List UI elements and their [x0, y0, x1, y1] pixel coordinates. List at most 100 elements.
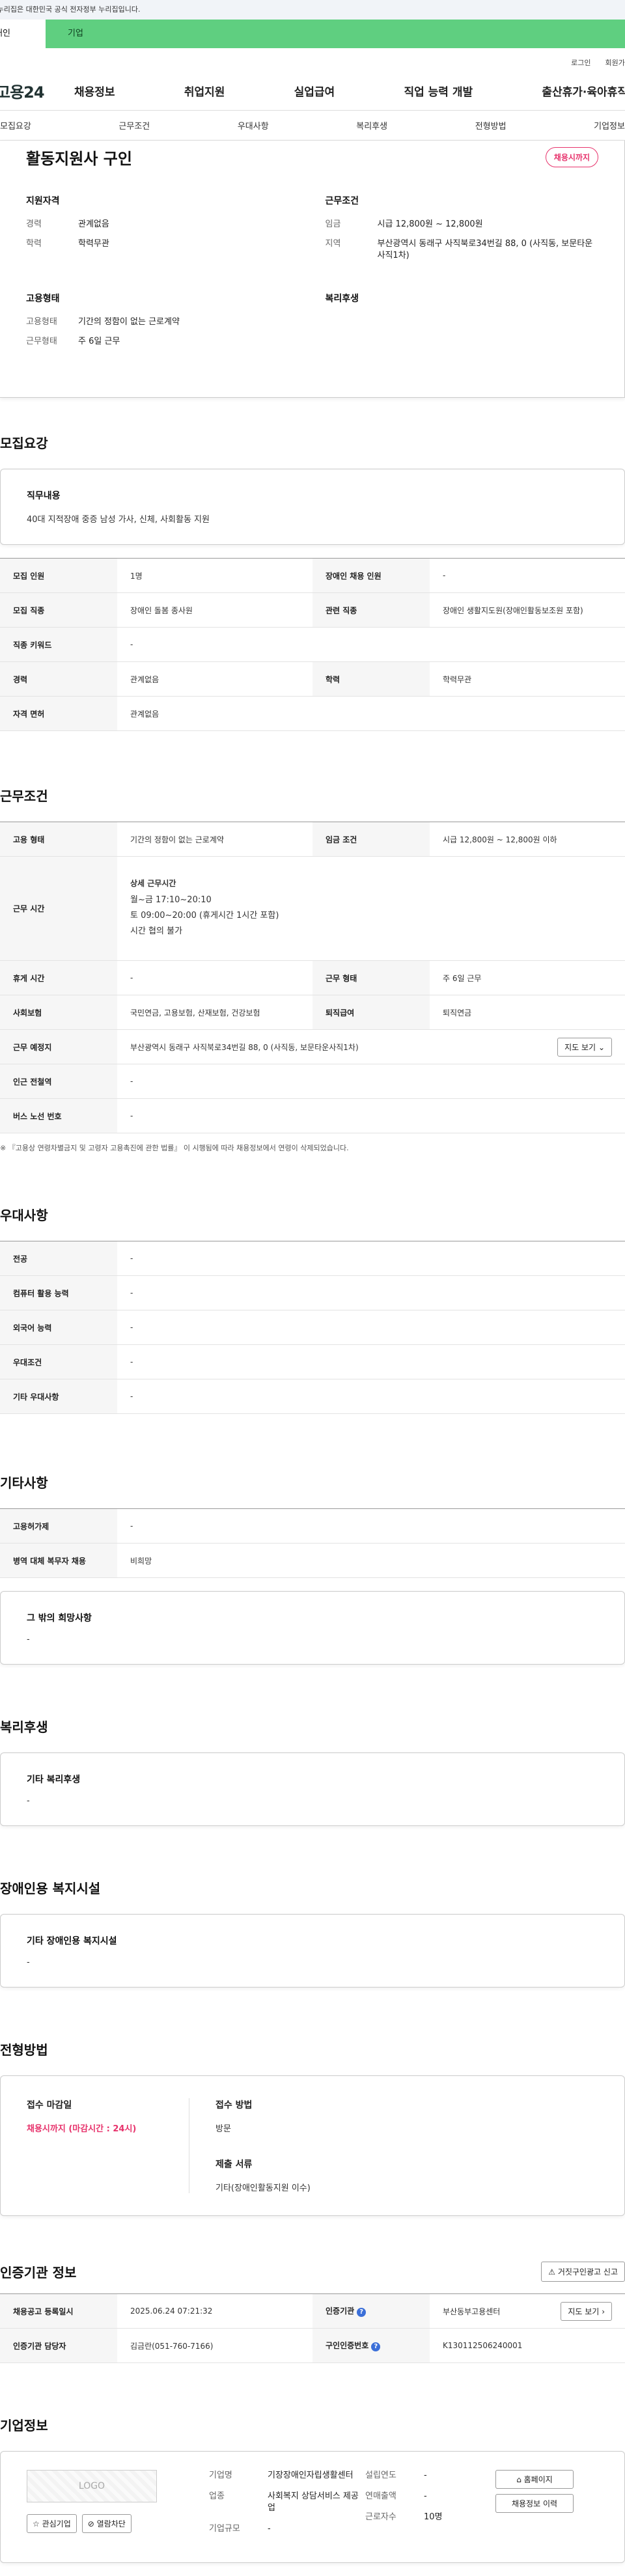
table-cell: -: [117, 1241, 625, 1276]
table-row: 고용 형태 기간의 정함이 없는 근로계약 임금 조건 시급 12,800원 ~ 1…: [0, 822, 625, 857]
table-cell: 장애인 돌봄 종사원: [117, 592, 312, 628]
tab-personal-label: 개인: [0, 29, 10, 38]
table-row: 인증기관 담당자 김금란(051-760-7166) 구인인증번호? K13011…: [0, 2328, 625, 2363]
duty-box: 직무내용 40대 지적장애 중증 남성 가사, 신체, 사회활동 지원: [0, 469, 625, 545]
cert-section-header: 인증기관 정보 ⚠ 거짓구인광고 신고: [0, 2262, 625, 2282]
favorite-company-label: 관심기업: [42, 2519, 71, 2528]
subtab-recruit[interactable]: 모집요강: [0, 119, 31, 132]
table-header-cell: 근무 예정지: [0, 1029, 117, 1064]
table-header-cell: 기타 우대사항: [0, 1379, 117, 1414]
chevron-right-icon: ›: [602, 2306, 605, 2316]
gnb-item-parental-leave[interactable]: 출산휴가·육아휴직: [542, 83, 625, 99]
pref-table: 전공 - 컴퓨터 활용 능력 - 외국어 능력 - 우대조건 - 기타 우대사항 -: [0, 1241, 625, 1414]
docs-value: 기타(장애인활동지원 이수): [215, 2183, 311, 2193]
table-row: 휴게 시간 - 근무 형태 주 6일 근무: [0, 960, 625, 995]
table-row: 자격 면허 관계없음: [0, 696, 625, 731]
cert-map-button-label: 지도 보기: [568, 2306, 600, 2316]
section-tabs: 모집요강 근무조건 우대사항 복리후생 전형방법 기업정보: [0, 111, 625, 141]
qual-key: 학력: [26, 239, 42, 249]
logo-placeholder-text: LOGO: [78, 2481, 105, 2491]
table-header-cell: 모집 직종: [0, 592, 117, 628]
etc-section-title: 기타사항: [0, 1475, 48, 1491]
report-fake-ad-button[interactable]: ⚠ 거짓구인광고 신고: [541, 2262, 625, 2282]
table-cell: 기간의 정함이 없는 근로계약: [117, 822, 312, 857]
cert-map-button[interactable]: 지도 보기 ›: [561, 2301, 612, 2321]
company-value: -: [268, 2524, 271, 2534]
gnb-item-unemployment-benefit[interactable]: 실업급여: [294, 83, 335, 99]
gnb-item-employment-support[interactable]: 취업지원: [184, 83, 225, 99]
qual-row: 학력 학력무관: [26, 238, 299, 250]
company-key: 근로자수: [365, 2512, 396, 2522]
company-logo-buttons: ☆ 관심기업 ⊘ 열람차단: [27, 2514, 157, 2533]
table-header-cell: 퇴직급여: [312, 995, 430, 1030]
homepage-button[interactable]: ⌂ 홈페이지: [495, 2470, 574, 2489]
company-key: 설립연도: [365, 2471, 396, 2480]
company-logo-placeholder: LOGO: [27, 2470, 157, 2502]
workplace-flex: 부산광역시 동래구 사직북로34번길 88, 0 (사직동, 보문타운사직1차)…: [130, 1037, 612, 1057]
utility-links: 로그인 회원가입: [0, 48, 625, 72]
info-icon[interactable]: ?: [371, 2342, 381, 2351]
table-row: 고용허가제 -: [0, 1508, 625, 1544]
table-cell: 김금란(051-760-7166): [117, 2328, 312, 2363]
welfare-section-title: 복리후생: [0, 1719, 48, 1735]
join-link[interactable]: 회원가입: [605, 57, 625, 72]
table-cell: 국민연금, 고용보험, 산재보험, 건강보험: [117, 995, 312, 1030]
table-header-cell: 병역 대체 복무자 채용: [0, 1543, 117, 1578]
warning-icon: ⚠: [548, 2267, 556, 2277]
block-icon: ⊘: [87, 2519, 94, 2528]
table-cell: -: [117, 1508, 625, 1544]
etc-hope-head: 그 밖의 희망사항: [27, 1613, 92, 1624]
work-time-line: 시간 협의 불가: [130, 926, 183, 936]
job-history-label: 채용정보 이력: [511, 2499, 558, 2508]
job-title-row: 활동지원사 구인 채용시까지: [26, 141, 598, 173]
table-row: 채용공고 등록일시 2025.06.24 07:21:32 인증기관? 부산동부고…: [0, 2293, 625, 2329]
login-link[interactable]: 로그인: [571, 57, 590, 72]
table-header-cell: 전공: [0, 1241, 117, 1276]
table-cell: 비희망: [117, 1543, 625, 1578]
gnb-item-job-training[interactable]: 직업 능력 개발: [404, 83, 473, 99]
table-header-cell: 관련 직종: [312, 592, 430, 628]
condition-block: 근무조건 임금 시급 12,800원 ~ 12,800원 지역 부산광역시 동래구 …: [326, 194, 599, 270]
deadline-value: 채용시까지 (마감시간 : 24시): [27, 2124, 137, 2134]
table-cell: -: [117, 627, 625, 662]
table-cell: 장애인 생활지도원(장애인활동보조원 포함): [430, 592, 625, 628]
block-view-button[interactable]: ⊘ 열람차단: [81, 2514, 132, 2533]
company-row: 업종 사회복지 상담서비스 제공업: [209, 2491, 365, 2514]
subtab-pref[interactable]: 우대사항: [238, 119, 269, 132]
block-view-label: 열람차단: [96, 2519, 126, 2528]
emp-value: 기간의 정함이 없는 근로계약: [78, 317, 180, 327]
home-icon: ⌂: [516, 2475, 521, 2484]
emp-key: 고용형태: [26, 317, 57, 327]
table-row: 컴퓨터 활용 능력 -: [0, 1275, 625, 1310]
recruit-section-title: 모집요강: [0, 436, 48, 451]
subtab-company[interactable]: 기업정보: [594, 119, 625, 132]
work-time-line: 월~금 17:10~20:10: [130, 895, 212, 905]
table-header-cell: 직종 키워드: [0, 627, 117, 662]
table-header-cell: 장애인 채용 인원: [312, 558, 430, 593]
user-type-tabs: 개인 기업: [0, 20, 625, 48]
table-cell: 학력무관: [430, 661, 625, 697]
qual-key: 경력: [26, 219, 42, 229]
info-icon[interactable]: ?: [357, 2308, 367, 2317]
site-logo[interactable]: 고용24: [0, 79, 74, 102]
tab-personal[interactable]: 개인: [0, 20, 46, 48]
table-row: 경력 관계없음 학력 학력무관: [0, 661, 625, 697]
subtab-selection[interactable]: 전형방법: [475, 119, 507, 132]
age-notice: ※ 『고용상 연령차별금지 및 고령자 고용촉진에 관한 법률』 이 시행됨에 …: [0, 1144, 349, 1152]
report-fake-ad-label: 거짓구인광고 신고: [557, 2267, 618, 2277]
employment-head: 고용형태: [26, 294, 60, 304]
subtab-work[interactable]: 근무조건: [118, 119, 150, 132]
map-button[interactable]: 지도 보기 ⌄: [557, 1037, 612, 1057]
method-head: 접수 방법: [215, 2100, 253, 2111]
favorite-company-button[interactable]: ☆ 관심기업: [27, 2514, 77, 2533]
tab-company[interactable]: 기업: [46, 20, 625, 48]
job-title: 활동지원사 구인: [26, 149, 132, 168]
table-header-cell: 채용공고 등록일시: [0, 2293, 117, 2329]
cert-table: 채용공고 등록일시 2025.06.24 07:21:32 인증기관? 부산동부고…: [0, 2293, 625, 2363]
tab-company-label: 기업: [68, 29, 83, 38]
table-cell: 1명: [117, 558, 312, 593]
gnb-item-jobs[interactable]: 채용정보: [74, 83, 115, 99]
subtab-welfare[interactable]: 복리후생: [356, 119, 387, 132]
table-header-cell: 휴게 시간: [0, 960, 117, 995]
table-header-cell: 우대조건: [0, 1344, 117, 1379]
